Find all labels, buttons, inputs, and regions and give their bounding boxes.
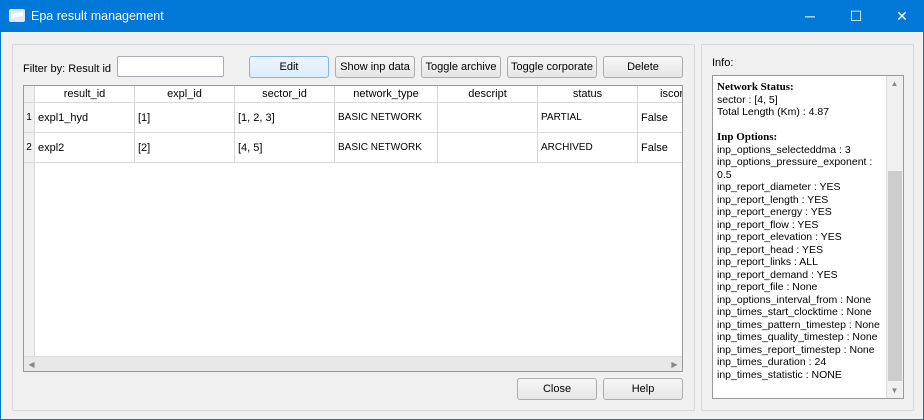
cell-status[interactable]: ARCHIVED [538, 133, 638, 163]
close-button[interactable]: Close [517, 378, 597, 400]
show-inp-data-button[interactable]: Show inp data [335, 56, 415, 78]
info-line: inp_options_interval_from : None [717, 293, 872, 306]
info-text-area[interactable]: Network Status: sector : [4, 5] Total Len… [712, 75, 904, 399]
filter-label: Filter by: Result id [23, 63, 112, 75]
cell-expl-id[interactable]: [1] [135, 103, 235, 133]
scrollbar-thumb[interactable] [888, 171, 902, 381]
corner-header [24, 86, 35, 103]
minimize-button[interactable]: ─ [787, 1, 833, 32]
column-header-status[interactable]: status [538, 86, 638, 103]
column-header-sector-id[interactable]: sector_id [235, 86, 335, 103]
info-line: Total Length (Km) : 4.87 [717, 106, 830, 118]
edit-button[interactable]: Edit [249, 56, 329, 78]
info-line: inp_times_statistic : NONE [717, 368, 842, 381]
cell-network-type[interactable]: BASIC NETWORK [335, 133, 438, 163]
column-header-iscorporate[interactable]: iscor [638, 86, 682, 103]
cell-descript[interactable] [438, 103, 538, 133]
column-header-descript[interactable]: descript [438, 86, 538, 103]
network-status-heading: Network Status: [717, 81, 794, 93]
info-line: inp_report_elevation : YES [717, 231, 842, 243]
info-line: inp_report_flow : YES [717, 218, 819, 231]
cell-descript[interactable] [438, 133, 538, 163]
cell-result-id[interactable]: expl1_hyd [35, 103, 135, 133]
results-table: result_id expl_id sector_id network_type… [23, 85, 683, 372]
close-window-button[interactable]: ✕ [879, 1, 924, 32]
scroll-left-icon[interactable]: ◀ [24, 357, 39, 371]
info-line: inp_options_pressure_exponent : 0.5 [717, 156, 873, 181]
info-line: inp_report_head : YES [717, 243, 824, 256]
info-line: inp_times_start_clocktime : None [717, 306, 872, 318]
info-line: inp_report_file : None [717, 281, 818, 293]
info-line: inp_report_demand : YES [717, 268, 838, 281]
info-line: inp_report_links : ALL [717, 256, 818, 268]
window-title: Epa result management [31, 9, 164, 23]
title-bar: Epa result management ─ ☐ ✕ [1, 1, 924, 32]
horizontal-scrollbar[interactable]: ◀ ▶ [24, 356, 682, 371]
info-line: inp_report_energy : YES [717, 206, 832, 218]
info-line: inp_report_diameter : YES [717, 181, 841, 193]
column-header-expl-id[interactable]: expl_id [135, 86, 235, 103]
info-line: inp_times_quality_timestep : None [717, 331, 878, 343]
cell-sector-id[interactable]: [1, 2, 3] [235, 103, 335, 133]
info-vertical-scrollbar[interactable]: ▲ ▼ [886, 76, 903, 398]
row-number[interactable]: 1 [24, 103, 35, 133]
maximize-button[interactable]: ☐ [833, 1, 879, 32]
cell-status[interactable]: PARTIAL [538, 103, 638, 133]
row-header-empty [24, 163, 35, 356]
inp-options-heading: Inp Options: [717, 131, 778, 143]
info-label: Info: [712, 57, 734, 69]
scroll-down-icon[interactable]: ▼ [887, 383, 902, 398]
info-line: inp_report_length : YES [717, 193, 829, 206]
app-icon [9, 9, 25, 22]
column-header-network-type[interactable]: network_type [335, 86, 438, 103]
toggle-archive-button[interactable]: Toggle archive [421, 56, 501, 78]
column-header-result-id[interactable]: result_id [35, 86, 135, 103]
cell-expl-id[interactable]: [2] [135, 133, 235, 163]
cell-iscorporate[interactable]: False [638, 103, 682, 133]
info-line: inp_times_duration : 24 [717, 356, 827, 368]
help-button[interactable]: Help [603, 378, 683, 400]
scroll-right-icon[interactable]: ▶ [667, 357, 682, 371]
info-line: inp_times_pattern_timestep : None [717, 318, 880, 331]
toggle-corporate-button[interactable]: Toggle corporate [507, 56, 597, 78]
info-line: inp_times_report_timestep : None [717, 343, 875, 356]
epa-result-window: Epa result management ─ ☐ ✕ Filter by: R… [0, 0, 924, 420]
row-number[interactable]: 2 [24, 133, 35, 163]
info-line: sector : [4, 5] [717, 93, 778, 106]
scroll-up-icon[interactable]: ▲ [887, 76, 902, 91]
cell-result-id[interactable]: expl2 [35, 133, 135, 163]
info-content: Network Status: sector : [4, 5] Total Len… [717, 81, 889, 381]
info-line: inp_options_selecteddma : 3 [717, 143, 851, 156]
cell-network-type[interactable]: BASIC NETWORK [335, 103, 438, 133]
delete-button[interactable]: Delete [603, 56, 683, 78]
result-id-filter-input[interactable] [117, 56, 224, 77]
cell-iscorporate[interactable]: False [638, 133, 682, 163]
cell-sector-id[interactable]: [4, 5] [235, 133, 335, 163]
